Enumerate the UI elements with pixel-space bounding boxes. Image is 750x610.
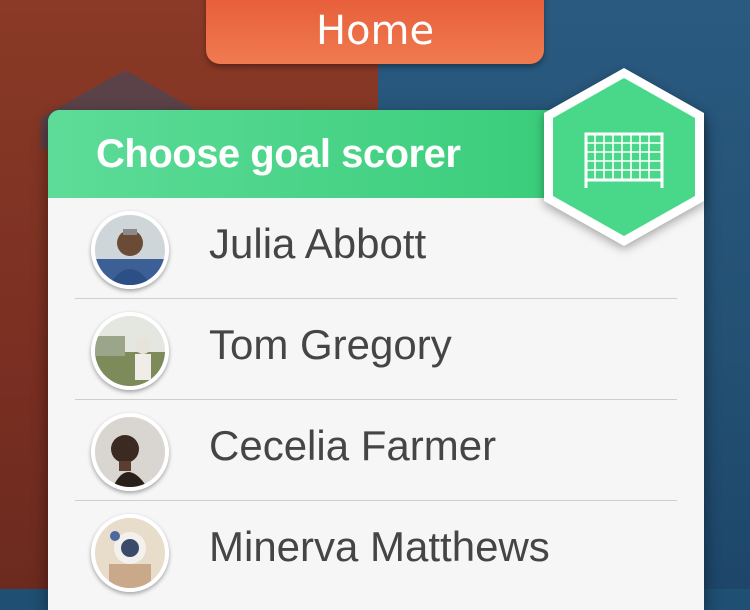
avatar (91, 211, 169, 289)
home-button[interactable]: Home (206, 0, 544, 64)
player-name: Cecelia Farmer (209, 422, 497, 469)
list-item-player[interactable]: Cecelia Farmer (75, 400, 677, 501)
player-name: Julia Abbott (209, 220, 427, 267)
player-name: Tom Gregory (209, 321, 452, 368)
avatar (91, 413, 169, 491)
home-button-label: Home (315, 8, 435, 54)
player-list: Julia Abbott Tom Gregory Cecelia Farmer (75, 198, 677, 601)
list-item-player[interactable]: Tom Gregory (75, 299, 677, 400)
panel-title: Choose goal scorer (96, 131, 461, 176)
avatar (91, 514, 169, 592)
list-item-player[interactable]: Julia Abbott (75, 198, 677, 299)
avatar (91, 312, 169, 390)
list-item-player[interactable]: Minerva Matthews (75, 501, 677, 601)
player-name: Minerva Matthews (209, 523, 550, 570)
